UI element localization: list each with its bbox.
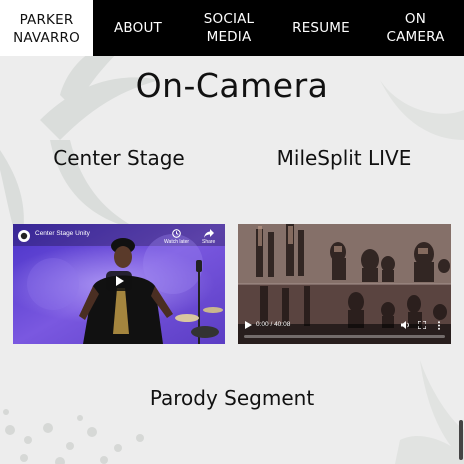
nav-item-on-camera[interactable]: ON CAMERA — [367, 0, 464, 56]
brand-name: PARKER NAVARRO — [13, 11, 80, 47]
video-progress-track[interactable] — [244, 335, 445, 338]
watch-later-label[interactable]: Watch later — [164, 239, 189, 245]
channel-avatar-icon[interactable] — [18, 230, 30, 242]
video-title[interactable]: Center Stage Unity — [35, 230, 90, 237]
share-label[interactable]: Share — [202, 239, 215, 245]
video-player-milesplit[interactable]: 0:00 / 40:08 — [238, 224, 451, 344]
video-heading-milesplit: MileSplit LIVE — [276, 146, 412, 170]
play-icon[interactable] — [244, 321, 252, 329]
page-scrollbar[interactable] — [459, 420, 463, 460]
nav-item-label: ON CAMERA — [386, 10, 444, 46]
nav-label-line: MEDIA — [206, 29, 252, 45]
nav-item-resume[interactable]: RESUME — [275, 0, 367, 56]
top-nav: PARKER NAVARRO ABOUT SOCIAL MEDIA RESUME… — [0, 0, 464, 56]
nav-item-label: SOCIAL MEDIA — [204, 10, 255, 46]
more-options-icon[interactable] — [437, 321, 441, 330]
nav-item-social-media[interactable]: SOCIAL MEDIA — [183, 0, 275, 56]
nav-item-about[interactable]: ABOUT — [93, 0, 183, 56]
nav-label-line: SOCIAL — [203, 11, 255, 27]
play-button-icon[interactable] — [106, 271, 132, 291]
nav-menu: ABOUT SOCIAL MEDIA RESUME ON CAMERA — [93, 0, 464, 56]
video-player-center-stage[interactable]: Center Stage Unity Watch later Share — [13, 224, 225, 344]
fullscreen-icon[interactable] — [418, 321, 426, 329]
brand-last-name: NAVARRO — [13, 30, 80, 46]
page-title: On-Camera — [135, 66, 329, 105]
share-icon[interactable] — [204, 229, 214, 238]
nav-item-label: RESUME — [292, 20, 350, 36]
nav-label-line: ON — [404, 11, 427, 27]
video-timecode: 0:00 / 40:08 — [256, 321, 291, 328]
brand-first-name: PARKER — [19, 12, 74, 28]
video-heading-center-stage: Center Stage — [53, 146, 185, 170]
brand-logo-link[interactable]: PARKER NAVARRO — [0, 0, 93, 56]
clock-icon[interactable] — [172, 229, 181, 238]
nav-label-line: CAMERA — [386, 29, 445, 45]
volume-icon[interactable] — [401, 321, 410, 329]
nav-item-label: ABOUT — [113, 20, 162, 36]
section-title-parody: Parody Segment — [149, 386, 315, 410]
